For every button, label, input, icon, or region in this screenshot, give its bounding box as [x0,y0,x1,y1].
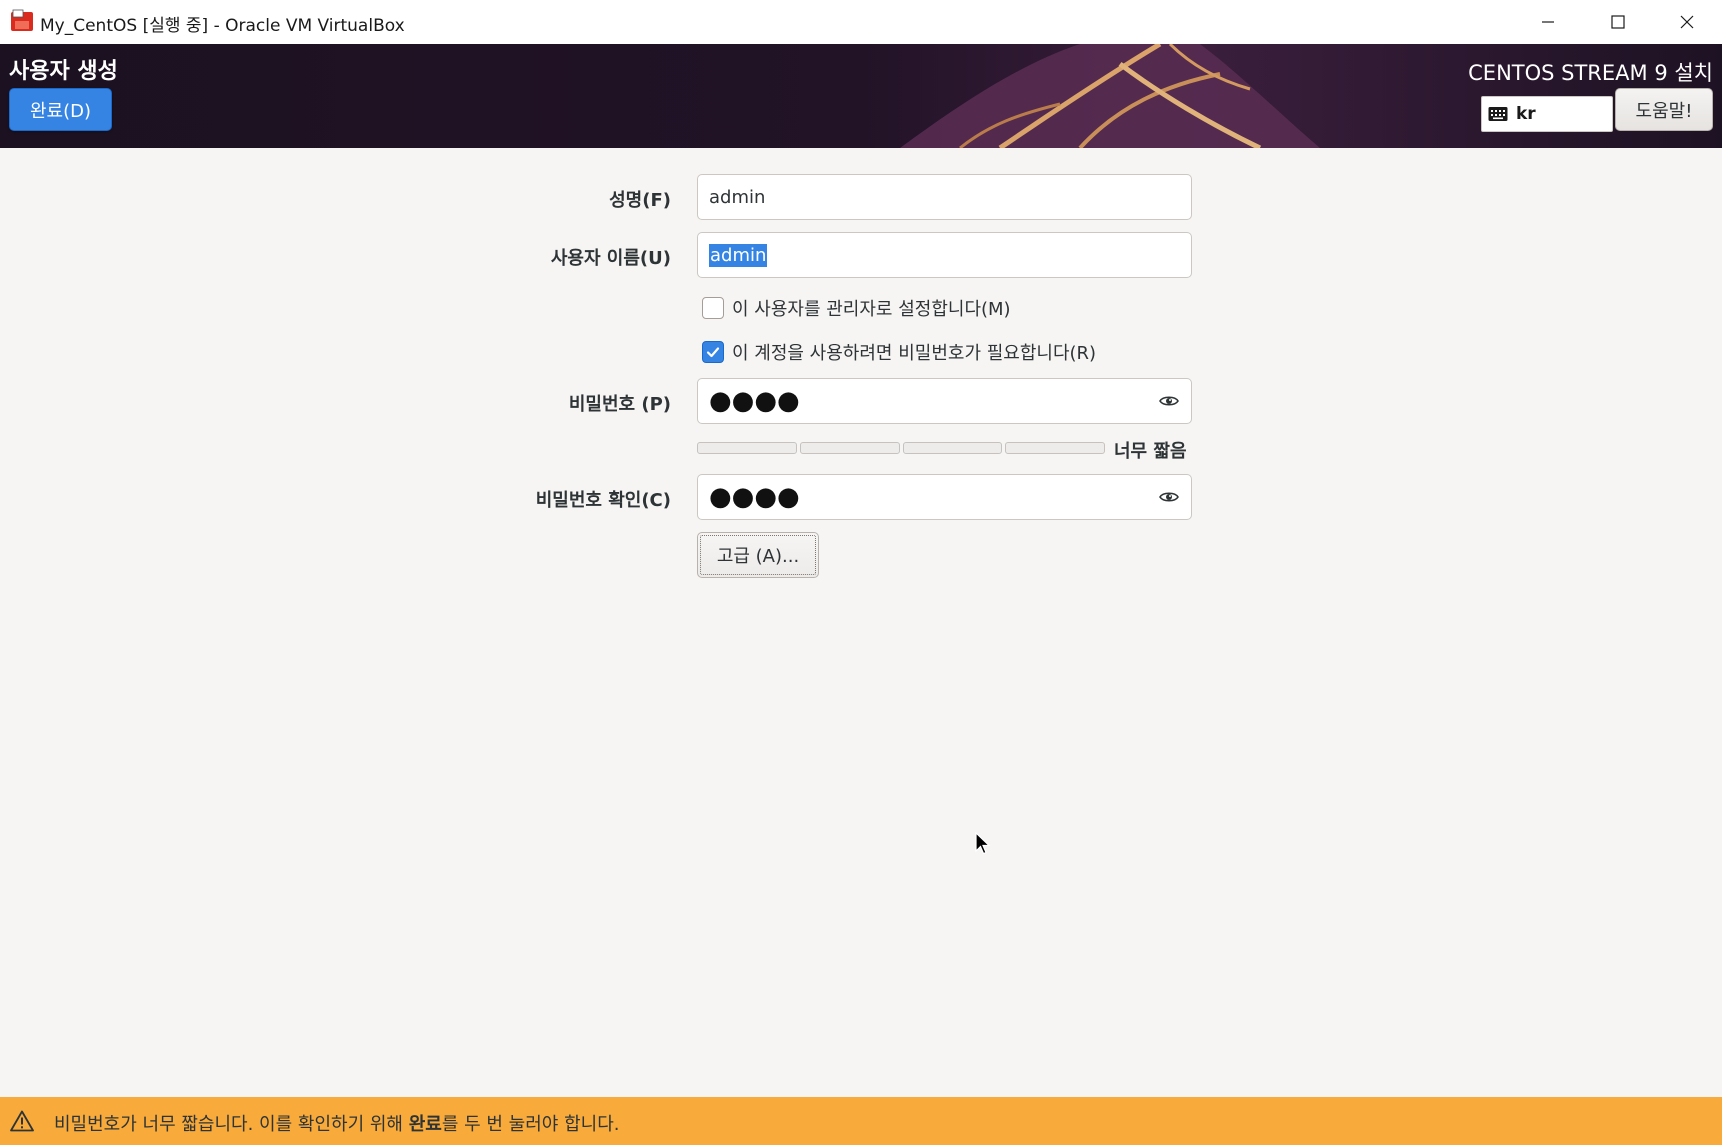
full-name-label: 성명(F) [609,190,671,211]
eye-icon[interactable] [1159,393,1179,409]
advanced-button[interactable]: 고급 (A)... [697,532,819,578]
strength-segment [1005,442,1105,454]
password-field[interactable]: ●●●● [697,378,1192,424]
user-name-field[interactable]: admin [697,232,1192,278]
keyboard-layout-label: kr [1516,104,1536,124]
require-password-checkbox-row[interactable]: 이 계정을 사용하려면 비밀번호가 필요합니다(R) [702,339,1096,365]
confirm-password-label: 비밀번호 확인(C) [535,490,671,511]
window-titlebar: My_CentOS [실행 중] - Oracle VM VirtualBox [0,0,1722,44]
full-name-field[interactable]: admin [697,174,1192,220]
confirm-password-masked-value: ●●●● [709,482,800,512]
user-name-value: admin [709,243,768,267]
minimize-icon [1542,21,1554,23]
product-title: CENTOS STREAM 9 설치 [1468,61,1713,85]
admin-checkbox-label: 이 사용자를 관리자로 설정합니다(M) [732,299,1011,320]
mouse-cursor-icon [975,832,991,855]
keyboard-layout-indicator[interactable]: kr [1481,96,1613,132]
password-strength-label: 너무 짧음 [1114,441,1187,462]
window-title: My_CentOS [실행 중] - Oracle VM VirtualBox [40,16,405,36]
keyboard-icon [1488,107,1508,121]
strength-segment [799,442,900,454]
help-button[interactable]: 도움말! [1615,88,1713,131]
password-label: 비밀번호 (P) [568,394,671,415]
minimize-button[interactable] [1513,0,1583,44]
strength-segment [902,442,1003,454]
spoke-title: 사용자 생성 [9,59,118,84]
eye-icon[interactable] [1159,489,1179,505]
close-button[interactable] [1652,0,1722,44]
password-masked-value: ●●●● [709,386,800,416]
admin-checkbox[interactable] [702,297,724,319]
password-strength-bar [697,442,1105,454]
warning-bar: 비밀번호가 너무 짧습니다. 이를 확인하기 위해 완료를 두 번 눌러야 합니… [0,1097,1722,1145]
user-name-label: 사용자 이름(U) [550,248,671,269]
admin-checkbox-row[interactable]: 이 사용자를 관리자로 설정합니다(M) [702,295,1011,321]
warning-message: 비밀번호가 너무 짧습니다. 이를 확인하기 위해 완료를 두 번 눌러야 합니… [54,1110,619,1136]
require-password-checkbox-label: 이 계정을 사용하려면 비밀번호가 필요합니다(R) [732,343,1097,364]
warning-text-bold: 완료 [408,1114,442,1135]
warning-text-after: 를 두 번 눌러야 합니다. [441,1114,620,1135]
full-name-value: admin [709,186,766,208]
strength-segment [697,442,797,454]
done-button[interactable]: 완료(D) [9,88,112,131]
require-password-checkbox[interactable] [702,341,724,363]
warning-text-before: 비밀번호가 너무 짧습니다. 이를 확인하기 위해 [54,1114,409,1135]
maximize-button[interactable] [1583,0,1653,44]
warning-icon [10,1110,34,1132]
checkmark-icon [706,347,720,358]
maximize-icon [1611,15,1625,29]
header-background-art [0,44,1722,148]
installer-header: 사용자 생성 완료(D) CENTOS STREAM 9 설치 kr 도움말! [0,44,1722,148]
virtualbox-app-icon [11,9,33,31]
close-icon [1680,15,1694,29]
confirm-password-field[interactable]: ●●●● [697,474,1192,520]
